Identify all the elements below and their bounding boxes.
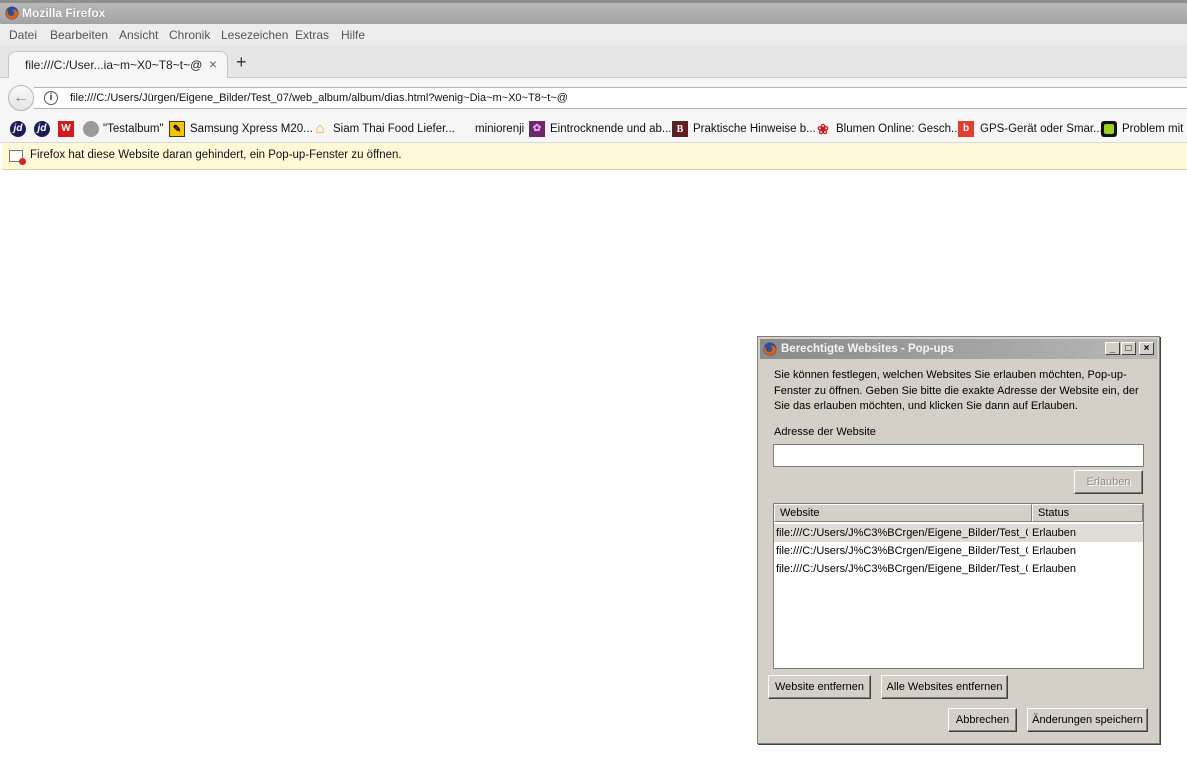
dialog-description: Sie können festlegen, welchen Websites S… (774, 369, 1139, 412)
row-status: Erlauben (1032, 527, 1077, 539)
address-label: Adresse der Website (774, 426, 876, 438)
bookmark-gps[interactable]: GPS-Gerät oder Smar... (980, 123, 1103, 135)
bookmark-eintrocknende[interactable]: Eintrocknende und ab... (550, 123, 671, 135)
notification-message: Firefox hat diese Website daran gehinder… (30, 149, 402, 161)
bookmark-blumen[interactable]: Blumen Online: Gesch... (836, 123, 961, 135)
list-item[interactable]: file:///C:/Users/J%C3%BCrgen/Eigene_Bild… (774, 560, 1143, 578)
bookmark-testalbum[interactable]: "Testalbum" (103, 123, 164, 135)
allow-button[interactable]: Erlauben (1074, 470, 1143, 494)
address-input[interactable] (773, 444, 1144, 467)
website-list[interactable]: Website Status file:///C:/Users/J%C3%BCr… (773, 503, 1144, 669)
bookmark-miniorenji[interactable]: miniorenji (475, 123, 524, 135)
tool-icon: ✎ (169, 121, 185, 137)
flower-icon: ✿ (529, 121, 545, 137)
new-tab-button[interactable]: + (236, 52, 247, 73)
green-square-icon (1101, 121, 1117, 137)
list-item[interactable]: file:///C:/Users/J%C3%BCrgen/Eigene_Bild… (774, 542, 1143, 560)
bookmark-praktische[interactable]: Praktische Hinweise b... (693, 123, 816, 135)
row-website: file:///C:/Users/J%C3%BCrgen/Eigene_Bild… (776, 563, 1028, 575)
title-bar: Mozilla Firefox (0, 0, 1187, 24)
save-changes-button[interactable]: Änderungen speichern (1027, 708, 1148, 732)
row-website: file:///C:/Users/J%C3%BCrgen/Eigene_Bild… (776, 545, 1028, 557)
menu-chronik[interactable]: Chronik (169, 28, 210, 42)
popup-blocked-icon (9, 150, 26, 165)
row-status: Erlauben (1032, 545, 1077, 557)
tab-label: file:///C:/User...ia~m~X0~T8~t~@ (25, 58, 203, 72)
menu-ansicht[interactable]: Ansicht (119, 28, 158, 42)
nav-bar: i file:///C:/Users/Jürgen/Eigene_Bilder/… (0, 78, 1187, 117)
row-status: Erlauben (1032, 563, 1077, 575)
b-logo-icon: B (672, 121, 688, 137)
house-icon: ⌂ (315, 120, 325, 137)
w-logo-icon[interactable]: W (58, 121, 74, 137)
dialog-title: Berechtigte Websites - Pop-ups (781, 343, 954, 355)
minimize-button[interactable]: _ (1105, 342, 1120, 355)
firefox-icon (5, 6, 19, 20)
menu-hilfe[interactable]: Hilfe (341, 28, 365, 42)
popup-permissions-dialog: Berechtigte Websites - Pop-ups _ □ × Sie… (757, 336, 1160, 744)
url-bar[interactable]: i file:///C:/Users/Jürgen/Eigene_Bilder/… (34, 87, 1187, 109)
tab-active[interactable]: file:///C:/User...ia~m~X0~T8~t~@ × (8, 51, 228, 78)
column-header-website[interactable]: Website (774, 504, 1032, 522)
menu-datei[interactable]: Datei (9, 28, 37, 42)
tab-close-icon[interactable]: × (209, 56, 217, 72)
bookmark-problem[interactable]: Problem mit B (1122, 123, 1187, 135)
column-header-status[interactable]: Status (1032, 504, 1143, 522)
back-button[interactable]: ← (8, 85, 34, 111)
window-title: Mozilla Firefox (22, 6, 106, 20)
globe-icon (83, 121, 99, 137)
bookmark-samsung[interactable]: Samsung Xpress M20... (190, 123, 313, 135)
bookmark-siam-thai[interactable]: Siam Thai Food Liefer... (333, 123, 455, 135)
list-item[interactable]: file:///C:/Users/J%C3%BCrgen/Eigene_Bild… (774, 524, 1143, 542)
firefox-icon (763, 342, 777, 356)
jdownloader-icon-2[interactable]: jd (34, 121, 50, 137)
cancel-button[interactable]: Abbrechen (948, 708, 1017, 732)
tab-strip: file:///C:/User...ia~m~X0~T8~t~@ × + (0, 45, 1187, 78)
row-website: file:///C:/Users/J%C3%BCrgen/Eigene_Bild… (776, 527, 1028, 539)
remove-website-button[interactable]: Website entfernen (768, 675, 871, 699)
rose-icon: ❀ (817, 121, 829, 137)
menu-lesezeichen[interactable]: Lesezeichen (221, 28, 288, 42)
jdownloader-icon[interactable]: jd (10, 121, 26, 137)
remove-all-websites-button[interactable]: Alle Websites entfernen (881, 675, 1008, 699)
popup-blocked-notification[interactable]: Firefox hat diese Website daran gehinder… (2, 143, 1187, 170)
url-text[interactable]: file:///C:/Users/Jürgen/Eigene_Bilder/Te… (70, 92, 568, 104)
site-info-icon[interactable]: i (44, 91, 58, 105)
maximize-button[interactable]: □ (1121, 342, 1136, 355)
dialog-title-bar[interactable]: Berechtigte Websites - Pop-ups _ □ × (760, 339, 1157, 359)
menu-bar: Datei Bearbeiten Ansicht Chronik Lesezei… (0, 24, 1187, 45)
menu-bearbeiten[interactable]: Bearbeiten (50, 28, 108, 42)
menu-extras[interactable]: Extras (295, 28, 329, 42)
bookmarks-bar: jd jd W "Testalbum" ✎ Samsung Xpress M20… (0, 117, 1187, 143)
close-button[interactable]: × (1139, 342, 1154, 355)
b-orange-icon: b (958, 121, 974, 137)
